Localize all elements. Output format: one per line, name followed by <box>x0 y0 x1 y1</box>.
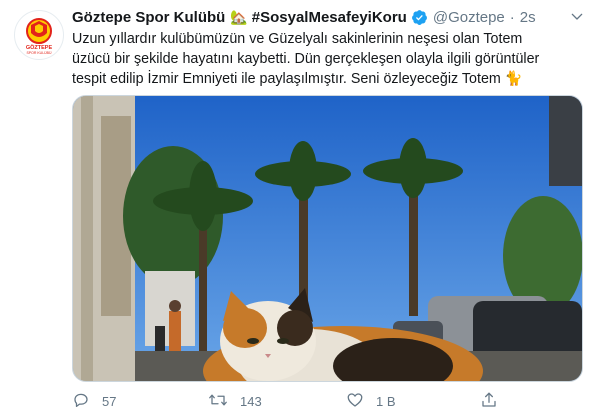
separator-dot: · <box>509 8 515 26</box>
cat-photo-image <box>73 96 582 381</box>
heart-icon <box>346 391 364 412</box>
chevron-down-icon[interactable] <box>569 9 585 30</box>
like-count: 1 B <box>376 393 396 409</box>
hashtag-in-name[interactable]: #SosyalMesafeyiKoru <box>252 9 407 26</box>
house-emoji: 🏡 <box>230 8 248 25</box>
retweet-button[interactable]: 143 <box>208 391 262 412</box>
avatar-subtext: SPOR KULÜBÜ <box>26 51 52 55</box>
tweet-text: Uzun yıllardır kulübümüzün ve Güzelyalı … <box>72 29 582 89</box>
tweet-action-bar: 57 143 1 B <box>72 390 542 412</box>
tweet-photo[interactable] <box>72 95 583 382</box>
tweet-time[interactable]: 2s <box>520 9 536 26</box>
club-logo-icon: GÖZTEPE SPOR KULÜBÜ <box>26 18 53 55</box>
tweet-text-line: üzücü bir şekilde hayatını kaybetti. Dün… <box>72 51 540 67</box>
verified-badge-icon <box>411 9 428 26</box>
tweet-header: Göztepe Spor Kulübü 🏡 #SosyalMesafeyiKor… <box>72 7 559 27</box>
share-button[interactable] <box>480 391 498 412</box>
share-icon <box>480 391 498 412</box>
tweet-text-line: tespit edilip İzmir Emniyeti ile paylaşı… <box>72 71 523 87</box>
reply-count: 57 <box>102 393 117 409</box>
reply-icon <box>72 391 90 412</box>
like-button[interactable]: 1 B <box>346 391 396 412</box>
avatar[interactable]: GÖZTEPE SPOR KULÜBÜ <box>14 10 64 60</box>
tweet-text-line: Uzun yıllardır kulübümüzün ve Güzelyalı … <box>72 31 523 47</box>
author-handle[interactable]: @Goztepe <box>433 9 505 26</box>
avatar-text: GÖZTEPE <box>26 44 53 51</box>
reply-button[interactable]: 57 <box>72 391 116 412</box>
retweet-icon <box>208 391 228 412</box>
retweet-count: 143 <box>240 393 262 409</box>
author-name[interactable]: Göztepe Spor Kulübü <box>72 9 225 26</box>
